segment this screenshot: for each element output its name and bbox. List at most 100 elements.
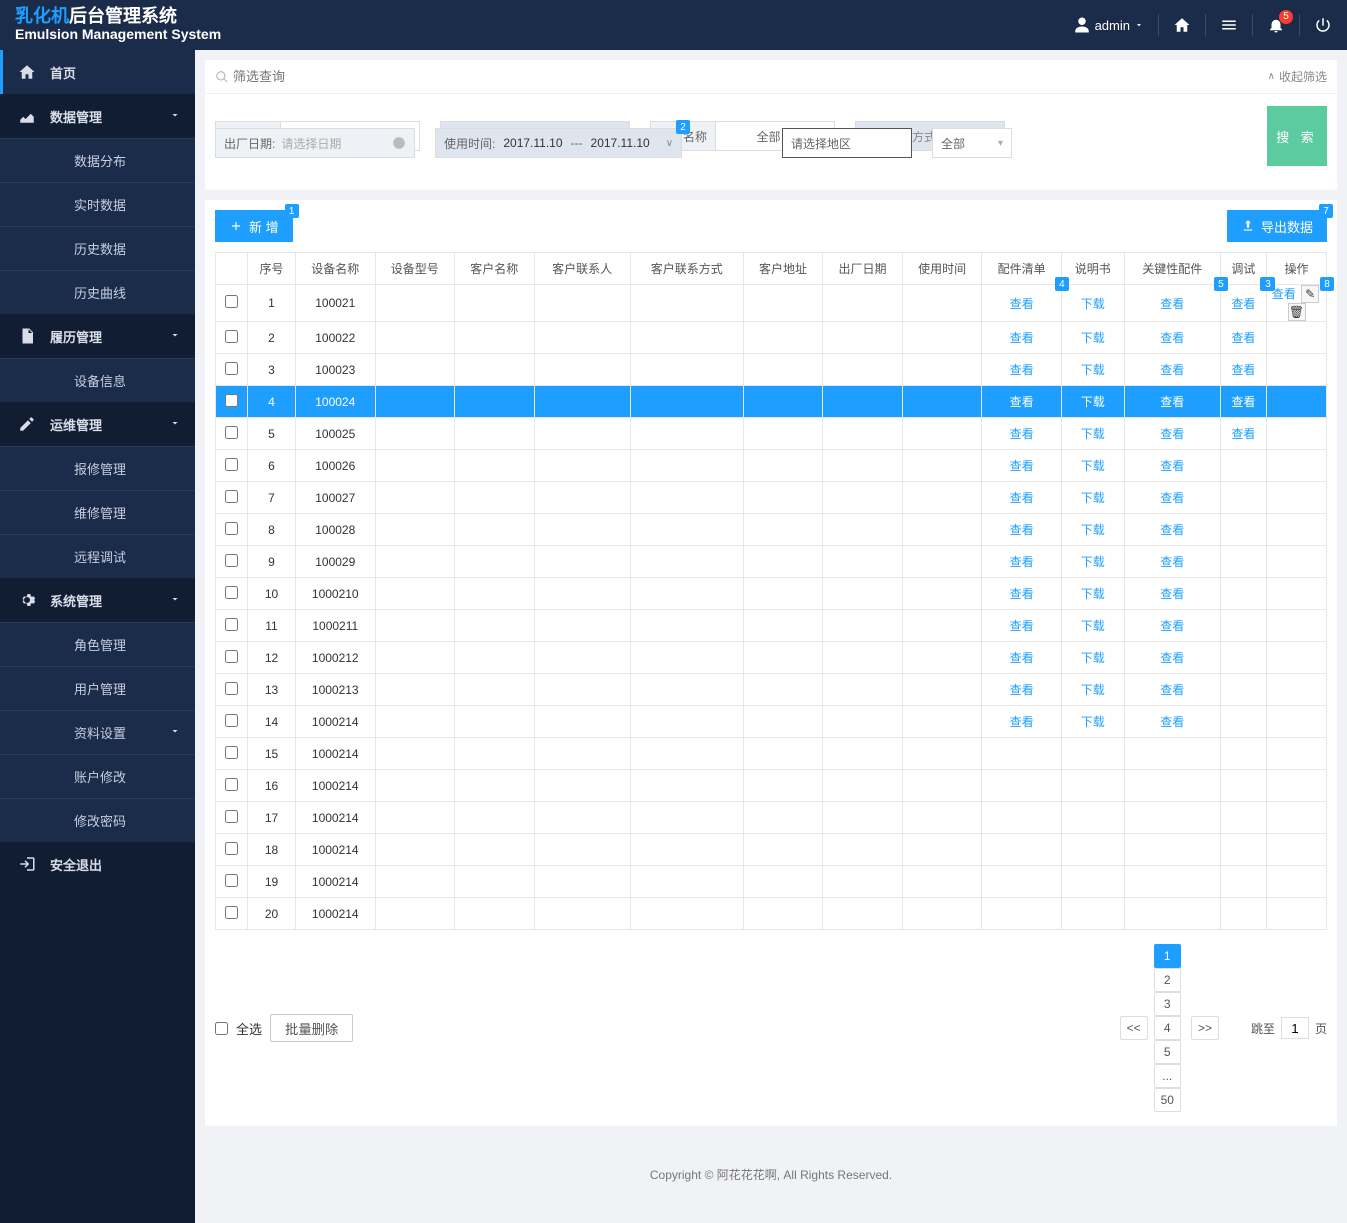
row-checkbox[interactable] (225, 362, 238, 375)
sidebar-item-11[interactable]: 远程调试 (0, 534, 195, 578)
home-link[interactable] (1173, 16, 1191, 34)
sidebar-item-6[interactable]: 履历管理 (0, 314, 195, 358)
row-checkbox[interactable] (225, 458, 238, 471)
table-row[interactable]: 6100026查看下载查看 (216, 450, 1327, 482)
sidebar-item-2[interactable]: 数据分布 (0, 138, 195, 182)
pager-page[interactable]: ... (1154, 1064, 1181, 1088)
sidebar-item-16[interactable]: 账户修改 (0, 754, 195, 798)
edit-icon[interactable]: ✎ (1301, 285, 1319, 303)
add-button[interactable]: 新 增 1 (215, 210, 293, 242)
ship-date-picker[interactable]: 出厂日期: 请选择日期 (215, 128, 415, 158)
table-row[interactable]: 171000214 (216, 802, 1327, 834)
table-row[interactable]: 3100023查看下载查看查看 (216, 354, 1327, 386)
row-checkbox[interactable] (225, 330, 238, 343)
manual-link[interactable]: 下载 (1081, 651, 1105, 665)
search-button[interactable]: 搜 索 (1267, 106, 1327, 166)
pager-page[interactable]: 5 (1154, 1040, 1181, 1064)
row-checkbox[interactable] (225, 554, 238, 567)
manual-link[interactable]: 下载 (1081, 683, 1105, 697)
row-checkbox[interactable] (225, 295, 238, 308)
op-view[interactable]: 查看 (1272, 287, 1296, 301)
notifications[interactable]: 5 (1267, 16, 1285, 34)
collapse-filter[interactable]: ∧收起筛选 (1268, 68, 1327, 85)
manual-link[interactable]: 下载 (1081, 363, 1105, 377)
manual-link[interactable]: 下载 (1081, 297, 1105, 311)
select-all-checkbox[interactable] (215, 1022, 228, 1035)
table-row[interactable]: 161000214 (216, 770, 1327, 802)
table-row[interactable]: 5100025查看下载查看查看 (216, 418, 1327, 450)
parts-link[interactable]: 查看 (1010, 491, 1034, 505)
parts-link[interactable]: 查看 (1010, 587, 1034, 601)
pager-page[interactable]: 3 (1154, 992, 1181, 1016)
parts-link[interactable]: 查看 (1010, 331, 1034, 345)
row-checkbox[interactable] (225, 618, 238, 631)
sidebar-item-4[interactable]: 历史数据 (0, 226, 195, 270)
keyparts-link[interactable]: 查看 (1160, 491, 1184, 505)
row-checkbox[interactable] (225, 906, 238, 919)
sidebar-item-13[interactable]: 角色管理 (0, 622, 195, 666)
parts-link[interactable]: 查看 (1010, 427, 1034, 441)
row-checkbox[interactable] (225, 490, 238, 503)
use-time-range[interactable]: 使用时间: 2017.11.10 --- 2017.11.10 ∨ 2 (435, 128, 682, 158)
region-select[interactable]: 请选择地区 (782, 128, 912, 158)
parts-link[interactable]: 查看 (1010, 363, 1034, 377)
sidebar-item-3[interactable]: 实时数据 (0, 182, 195, 226)
debug-link[interactable]: 查看 (1231, 363, 1255, 377)
parts-link[interactable]: 查看 (1010, 459, 1034, 473)
pager-page[interactable]: 2 (1154, 968, 1181, 992)
sidebar-item-9[interactable]: 报修管理 (0, 446, 195, 490)
pager-page[interactable]: 50 (1154, 1088, 1181, 1112)
parts-link[interactable]: 查看 (1010, 523, 1034, 537)
pager-page[interactable]: 4 (1154, 1016, 1181, 1040)
debug-link[interactable]: 查看 (1231, 395, 1255, 409)
keyparts-link[interactable]: 查看 (1160, 395, 1184, 409)
manual-link[interactable]: 下载 (1081, 555, 1105, 569)
pager-next[interactable]: >> (1191, 1016, 1219, 1040)
row-checkbox[interactable] (225, 682, 238, 695)
sidebar-item-15[interactable]: 资料设置 (0, 710, 195, 754)
user-menu[interactable]: admin (1073, 16, 1144, 34)
manual-link[interactable]: 下载 (1081, 523, 1105, 537)
keyparts-link[interactable]: 查看 (1160, 523, 1184, 537)
sidebar-item-7[interactable]: 设备信息 (0, 358, 195, 402)
parts-link[interactable]: 查看 (1010, 555, 1034, 569)
pager-prev[interactable]: << (1120, 1016, 1148, 1040)
row-checkbox[interactable] (225, 426, 238, 439)
manual-link[interactable]: 下载 (1081, 587, 1105, 601)
keyparts-link[interactable]: 查看 (1160, 619, 1184, 633)
sidebar-item-5[interactable]: 历史曲线 (0, 270, 195, 314)
row-checkbox[interactable] (225, 746, 238, 759)
table-row[interactable]: 8100028查看下载查看 (216, 514, 1327, 546)
manual-link[interactable]: 下载 (1081, 395, 1105, 409)
sidebar-item-0[interactable]: 首页 (0, 50, 195, 94)
table-row[interactable]: 181000214 (216, 834, 1327, 866)
row-checkbox[interactable] (225, 810, 238, 823)
keyparts-link[interactable]: 查看 (1160, 715, 1184, 729)
manual-link[interactable]: 下载 (1081, 715, 1105, 729)
manual-link[interactable]: 下载 (1081, 427, 1105, 441)
keyparts-link[interactable]: 查看 (1160, 651, 1184, 665)
table-row[interactable]: 191000214 (216, 866, 1327, 898)
sidebar-item-18[interactable]: 安全退出 (0, 842, 195, 886)
sidebar-item-14[interactable]: 用户管理 (0, 666, 195, 710)
table-row[interactable]: 9100029查看下载查看 (216, 546, 1327, 578)
table-row[interactable]: 151000214 (216, 738, 1327, 770)
keyparts-link[interactable]: 查看 (1160, 297, 1184, 311)
sidebar-item-1[interactable]: 数据管理 (0, 94, 195, 138)
menu-toggle[interactable] (1220, 16, 1238, 34)
row-checkbox[interactable] (225, 874, 238, 887)
table-row[interactable]: 2100022查看下载查看查看 (216, 322, 1327, 354)
sidebar-item-12[interactable]: 系统管理 (0, 578, 195, 622)
table-row[interactable]: 111000211查看下载查看 (216, 610, 1327, 642)
manual-link[interactable]: 下载 (1081, 491, 1105, 505)
pager-jump-input[interactable] (1281, 1017, 1309, 1039)
manual-link[interactable]: 下载 (1081, 619, 1105, 633)
table-row[interactable]: 1100021查看4下载查看5查看6查看3 ✎🗑8 (216, 285, 1327, 322)
row-checkbox[interactable] (225, 586, 238, 599)
table-row[interactable]: 121000212查看下载查看 (216, 642, 1327, 674)
keyparts-link[interactable]: 查看 (1160, 331, 1184, 345)
debug-link[interactable]: 查看 (1231, 331, 1255, 345)
parts-link[interactable]: 查看 (1010, 715, 1034, 729)
table-row[interactable]: 7100027查看下载查看 (216, 482, 1327, 514)
table-row[interactable]: 4100024查看下载查看查看 (216, 386, 1327, 418)
